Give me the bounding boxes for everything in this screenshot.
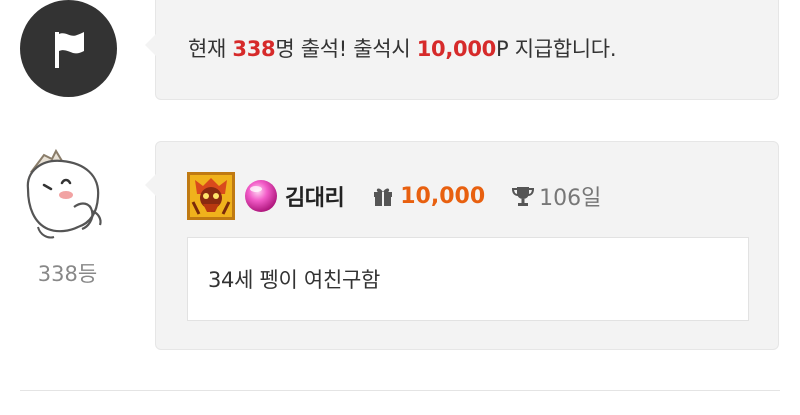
attendance-entry: 김대리 10,000 106일 34세 펭이 여친구함: [145, 141, 779, 350]
notice-text-part: 명 출석! 출석시: [275, 37, 417, 61]
attendance-days: 106일: [539, 186, 602, 211]
flag-icon: [20, 0, 117, 97]
reward-points: 10,000: [416, 37, 497, 61]
divider: [20, 390, 780, 391]
points-value: 10,000: [400, 183, 486, 209]
comment-text: 34세 펭이 여친구함: [208, 268, 381, 292]
notice-text-part: 현재: [188, 37, 233, 61]
attendance-count: 338: [232, 37, 276, 61]
comment-box: 34세 펭이 여친구함: [187, 237, 749, 321]
user-info: 김대리 10,000 106일: [187, 171, 601, 221]
user-avatar[interactable]: [18, 145, 118, 245]
gift-icon: [374, 188, 393, 206]
notice-text-part: P 지급합니다.: [495, 37, 617, 61]
pink-orb-icon: [245, 180, 277, 212]
notice-text: 현재 338명 출석! 출석시 10,000P 지급합니다.: [188, 33, 617, 63]
level-badge-icon: [187, 172, 235, 220]
attendance-notice: 현재 338명 출석! 출석시 10,000P 지급합니다.: [145, 0, 779, 100]
username[interactable]: 김대리: [285, 180, 345, 212]
trophy-icon: [512, 187, 535, 206]
rank-label: 338등: [37, 262, 98, 286]
